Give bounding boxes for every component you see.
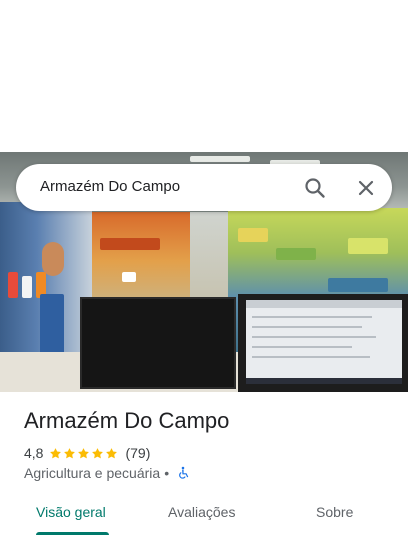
photo-screen-header [246,300,402,308]
photo-product [8,272,18,298]
tab-reviews[interactable]: Avaliações [168,504,235,520]
photo-screen-taskbar [246,378,402,384]
rating-stars [49,447,119,460]
photo-product [348,238,388,254]
search-bar[interactable]: Armazém Do Campo [16,164,392,211]
tab-overview[interactable]: Visão geral [36,504,106,520]
photo-product [328,278,388,292]
star-icon [106,447,118,458]
photo-screen-row [252,336,376,338]
photo-ceiling-light [190,156,250,162]
photo-poster-face [42,242,64,276]
place-category: Agricultura e pecuária [24,465,161,481]
rating-value: 4,8 [24,445,44,461]
photo-product [276,248,316,260]
photo-product [22,276,32,298]
star-icon [50,447,62,458]
photo-price-tag [122,272,136,282]
wheelchair-accessible-icon [179,466,189,479]
photo-screen-row [252,316,372,318]
top-blank-area [0,0,408,152]
photo-banner [40,294,64,354]
active-tab-indicator [36,532,109,535]
photo-monitor-right [238,294,408,392]
close-icon[interactable] [354,176,378,200]
star-icon [64,447,76,458]
tab-about[interactable]: Sobre [316,504,353,520]
photo-product [238,228,268,242]
photo-monitor-screen [246,300,402,384]
rating-row[interactable]: 4,8 (79) [24,444,150,462]
star-icon [92,447,104,458]
separator-dot: • [164,465,170,481]
category-row: Agricultura e pecuária • [24,464,190,482]
review-count: (79) [125,445,151,461]
star-icon [78,447,90,458]
photo-screen-row [252,356,370,358]
search-icon[interactable] [303,176,327,200]
photo-monitor-left [80,297,236,389]
search-input[interactable]: Armazém Do Campo [40,178,180,195]
photo-screen-row [252,346,352,348]
place-title: Armazém Do Campo [24,408,230,433]
photo-screen-row [252,326,362,328]
place-tabs: Visão geral Avaliações Sobre [0,494,408,538]
photo-product [100,238,160,250]
